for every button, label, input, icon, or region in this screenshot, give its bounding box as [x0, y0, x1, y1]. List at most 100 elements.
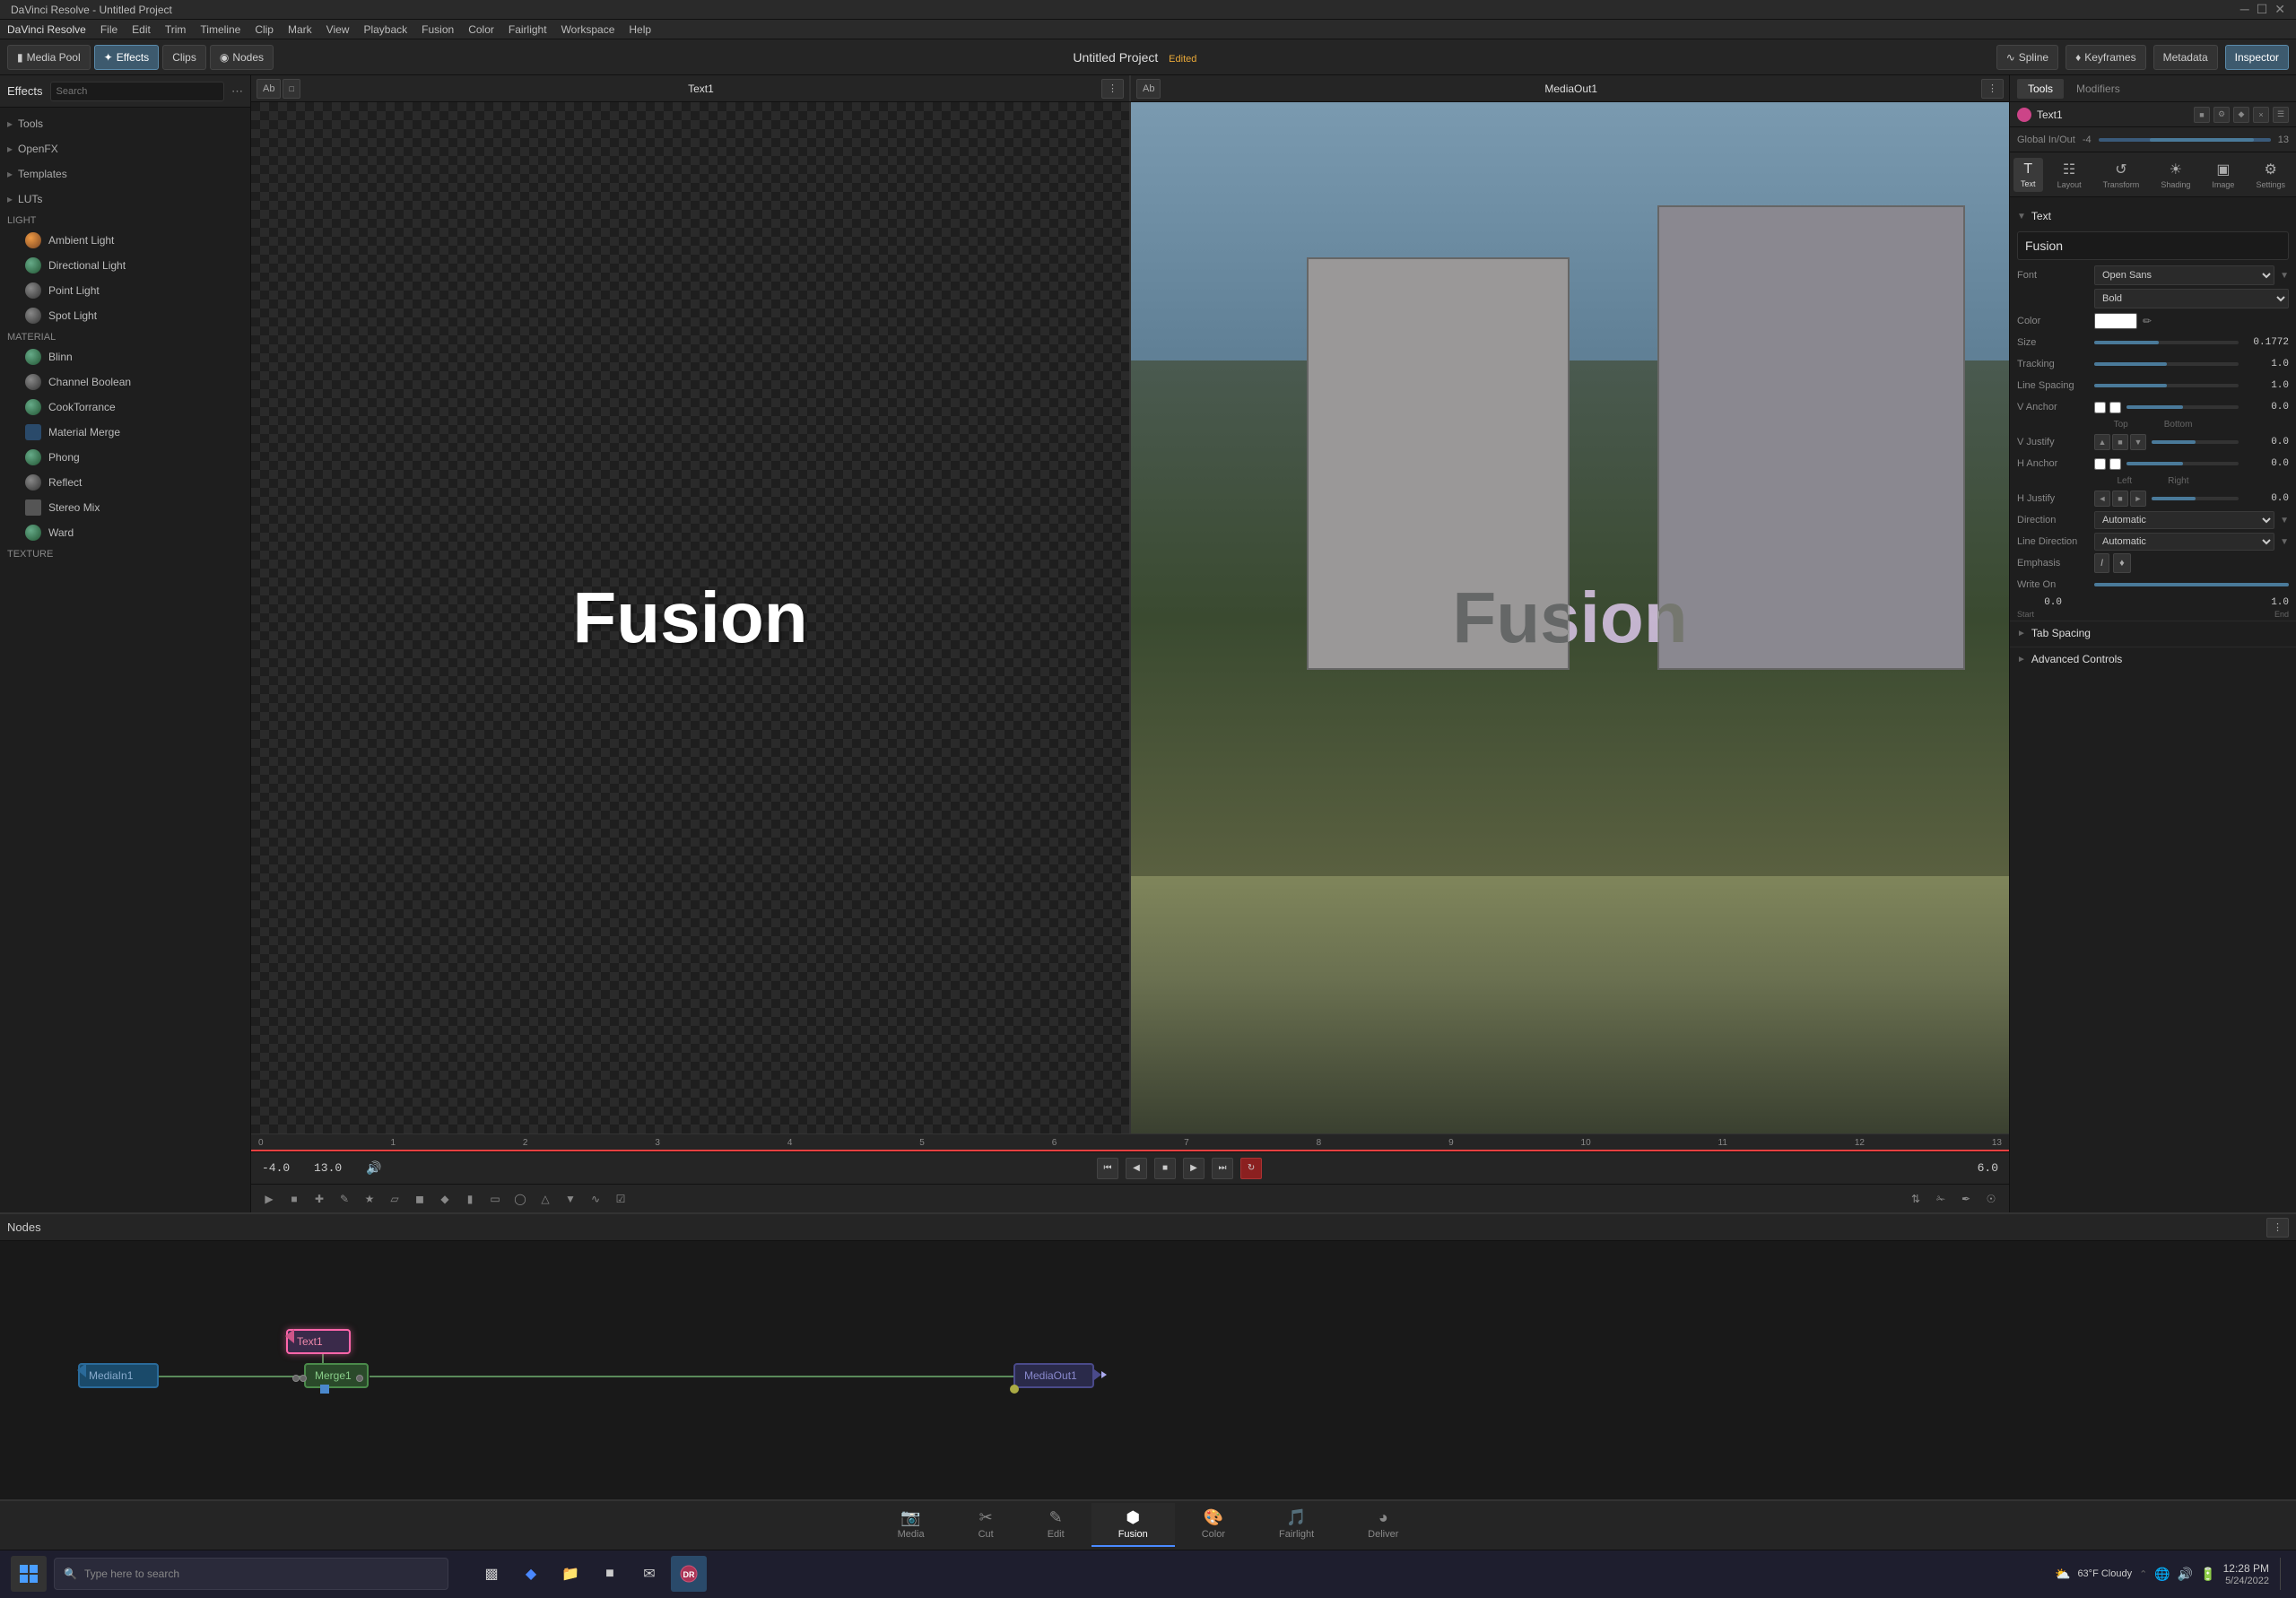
node-mediain1[interactable]: MediaIn1 — [78, 1363, 159, 1388]
network-icon[interactable]: 🌐 — [2154, 1567, 2170, 1582]
menu-edit[interactable]: Edit — [132, 23, 151, 36]
tab-tools[interactable]: Tools — [2017, 79, 2064, 99]
v-anchor-cb2[interactable] — [2109, 402, 2121, 413]
minimize-btn[interactable]: ─ — [2240, 2, 2249, 17]
tab-media[interactable]: 📷 Media — [871, 1503, 952, 1547]
viewer-zoom-btn[interactable]: ⋮ — [1101, 79, 1124, 99]
menu-timeline[interactable]: Timeline — [200, 23, 240, 36]
menu-view[interactable]: View — [326, 23, 350, 36]
line-spacing-slider[interactable] — [2094, 384, 2239, 387]
keyframes-btn[interactable]: ♦ Keyframes — [2066, 45, 2145, 70]
node-close-btn[interactable]: × — [2253, 107, 2269, 123]
rectangle-tool[interactable]: ▭ — [484, 1188, 506, 1210]
menu-fairlight[interactable]: Fairlight — [509, 23, 547, 36]
ambient-light-item[interactable]: Ambient Light — [0, 228, 250, 253]
audio-icon[interactable]: 🔊 — [366, 1160, 381, 1176]
line-direction-select[interactable]: Automatic — [2094, 533, 2274, 551]
text-section-header[interactable]: ▼ Text — [2010, 204, 2296, 228]
play-back-btn[interactable]: ◀ — [1126, 1158, 1147, 1179]
node-settings-btn[interactable]: ⚙ — [2213, 107, 2230, 123]
right-viewer[interactable]: Fusion — [1131, 102, 2009, 1133]
menu-davinci[interactable]: DaVinci Resolve — [7, 23, 86, 36]
close-btn[interactable]: ✕ — [2274, 2, 2285, 17]
font-style-select[interactable]: Bold — [2094, 289, 2289, 308]
itab-text[interactable]: T Text — [2013, 158, 2043, 192]
spline-btn[interactable]: ∿ Spline — [1996, 45, 2058, 70]
vjustify-bot[interactable]: ▼ — [2130, 434, 2146, 450]
davinci-taskbar-icon[interactable]: DR — [671, 1556, 707, 1592]
tab-spacing-header[interactable]: ► Tab Spacing — [2010, 621, 2296, 645]
bezier-tool[interactable]: ▼ — [560, 1188, 581, 1210]
blinn-item[interactable]: Blinn — [0, 344, 250, 369]
v-justify-slider[interactable] — [2152, 440, 2239, 444]
ward-item[interactable]: Ward — [0, 520, 250, 545]
pen-tool[interactable]: ✎ — [334, 1188, 355, 1210]
search-bar[interactable]: 🔍 Type here to search — [54, 1558, 448, 1590]
tab-modifiers[interactable]: Modifiers — [2066, 79, 2131, 99]
vjustify-top[interactable]: ▲ — [2094, 434, 2110, 450]
node-enable-btn[interactable]: ■ — [2194, 107, 2210, 123]
itab-image[interactable]: ▣ Image — [2205, 157, 2241, 193]
right-viewer-zoom-btn[interactable]: ⋮ — [1981, 79, 2004, 99]
hjustify-center[interactable]: ■ — [2112, 491, 2128, 507]
emphasis-keyframe[interactable]: ♦ — [2113, 553, 2131, 573]
start-button[interactable] — [11, 1556, 47, 1592]
menu-clip[interactable]: Clip — [255, 23, 274, 36]
brush-tool[interactable]: ★ — [359, 1188, 380, 1210]
reflect-item[interactable]: Reflect — [0, 470, 250, 495]
loop-btn[interactable]: ↻ — [1240, 1158, 1262, 1179]
luts-section[interactable]: ▸ LUTs — [0, 187, 250, 212]
direction-select[interactable]: Automatic — [2094, 511, 2274, 529]
left-viewer[interactable]: Fusion — [251, 102, 1131, 1133]
size-slider[interactable] — [2094, 341, 2239, 344]
tab-cut[interactable]: ✂ Cut — [952, 1503, 1021, 1547]
tab-fusion[interactable]: ⬢ Fusion — [1091, 1503, 1175, 1547]
store-btn[interactable]: ■ — [592, 1556, 628, 1592]
cooktorrance-item[interactable]: CookTorrance — [0, 395, 250, 420]
text-value-input[interactable] — [2017, 231, 2289, 260]
tab-deliver[interactable]: ◕ Deliver — [1341, 1503, 1425, 1547]
select-tool[interactable]: ■ — [283, 1188, 305, 1210]
tab-fairlight[interactable]: 🎵 Fairlight — [1252, 1503, 1341, 1547]
menu-playback[interactable]: Playback — [363, 23, 407, 36]
annot-tool[interactable]: ☑ — [610, 1188, 631, 1210]
h-anchor-cb2[interactable] — [2109, 458, 2121, 470]
window-controls[interactable]: ─ ☐ ✕ — [2240, 2, 2285, 17]
crop-btn[interactable]: ✁ — [1930, 1188, 1952, 1210]
viewer-fit-btn[interactable]: □ — [283, 79, 300, 99]
move-tool[interactable]: ✚ — [309, 1188, 330, 1210]
menu-trim[interactable]: Trim — [165, 23, 187, 36]
h-justify-slider[interactable] — [2152, 497, 2239, 500]
nodes-canvas[interactable]: MediaIn1 Text1 Merge1 MediaOut1 — [0, 1241, 2296, 1499]
hjustify-left[interactable]: ◄ — [2094, 491, 2110, 507]
effects-search-input[interactable] — [50, 82, 224, 101]
advanced-controls-header[interactable]: ► Advanced Controls — [2010, 647, 2296, 671]
menu-fusion[interactable]: Fusion — [422, 23, 454, 36]
font-family-select[interactable]: Open Sans — [2094, 265, 2274, 285]
write-on-slider[interactable] — [2094, 583, 2289, 586]
directional-light-item[interactable]: Directional Light — [0, 253, 250, 278]
itab-layout[interactable]: ☷ Layout — [2050, 157, 2089, 193]
eraser-tool[interactable]: ▱ — [384, 1188, 405, 1210]
material-merge-item[interactable]: Material Merge — [0, 420, 250, 445]
hjustify-right[interactable]: ► — [2130, 491, 2146, 507]
show-desktop-btn[interactable] — [2280, 1558, 2285, 1590]
skip-end-btn[interactable]: ⏭ — [1212, 1158, 1233, 1179]
paint-tool[interactable]: ◼ — [409, 1188, 430, 1210]
tab-edit[interactable]: ✎ Edit — [1021, 1503, 1091, 1547]
play-btn[interactable]: ▶ — [1183, 1158, 1205, 1179]
nodes-btn[interactable]: ◉ Nodes — [210, 45, 274, 70]
tab-color[interactable]: 🎨 Color — [1175, 1503, 1252, 1547]
h-anchor-slider[interactable] — [2126, 462, 2239, 465]
skip-start-btn[interactable]: ⏮ — [1097, 1158, 1118, 1179]
effects-more-btn[interactable]: ⋯ — [231, 84, 243, 99]
right-ab-btn[interactable]: Ab — [1136, 79, 1161, 99]
transform-btn[interactable]: ⇅ — [1905, 1188, 1926, 1210]
menu-workspace[interactable]: Workspace — [561, 23, 615, 36]
menu-file[interactable]: File — [100, 23, 117, 36]
media-pool-btn[interactable]: ▮ Media Pool — [7, 45, 91, 70]
color-picker-icon[interactable]: ✏ — [2143, 315, 2152, 327]
menu-mark[interactable]: Mark — [288, 23, 312, 36]
color-swatch[interactable] — [2094, 313, 2137, 329]
edge-btn[interactable]: ◆ — [513, 1556, 549, 1592]
